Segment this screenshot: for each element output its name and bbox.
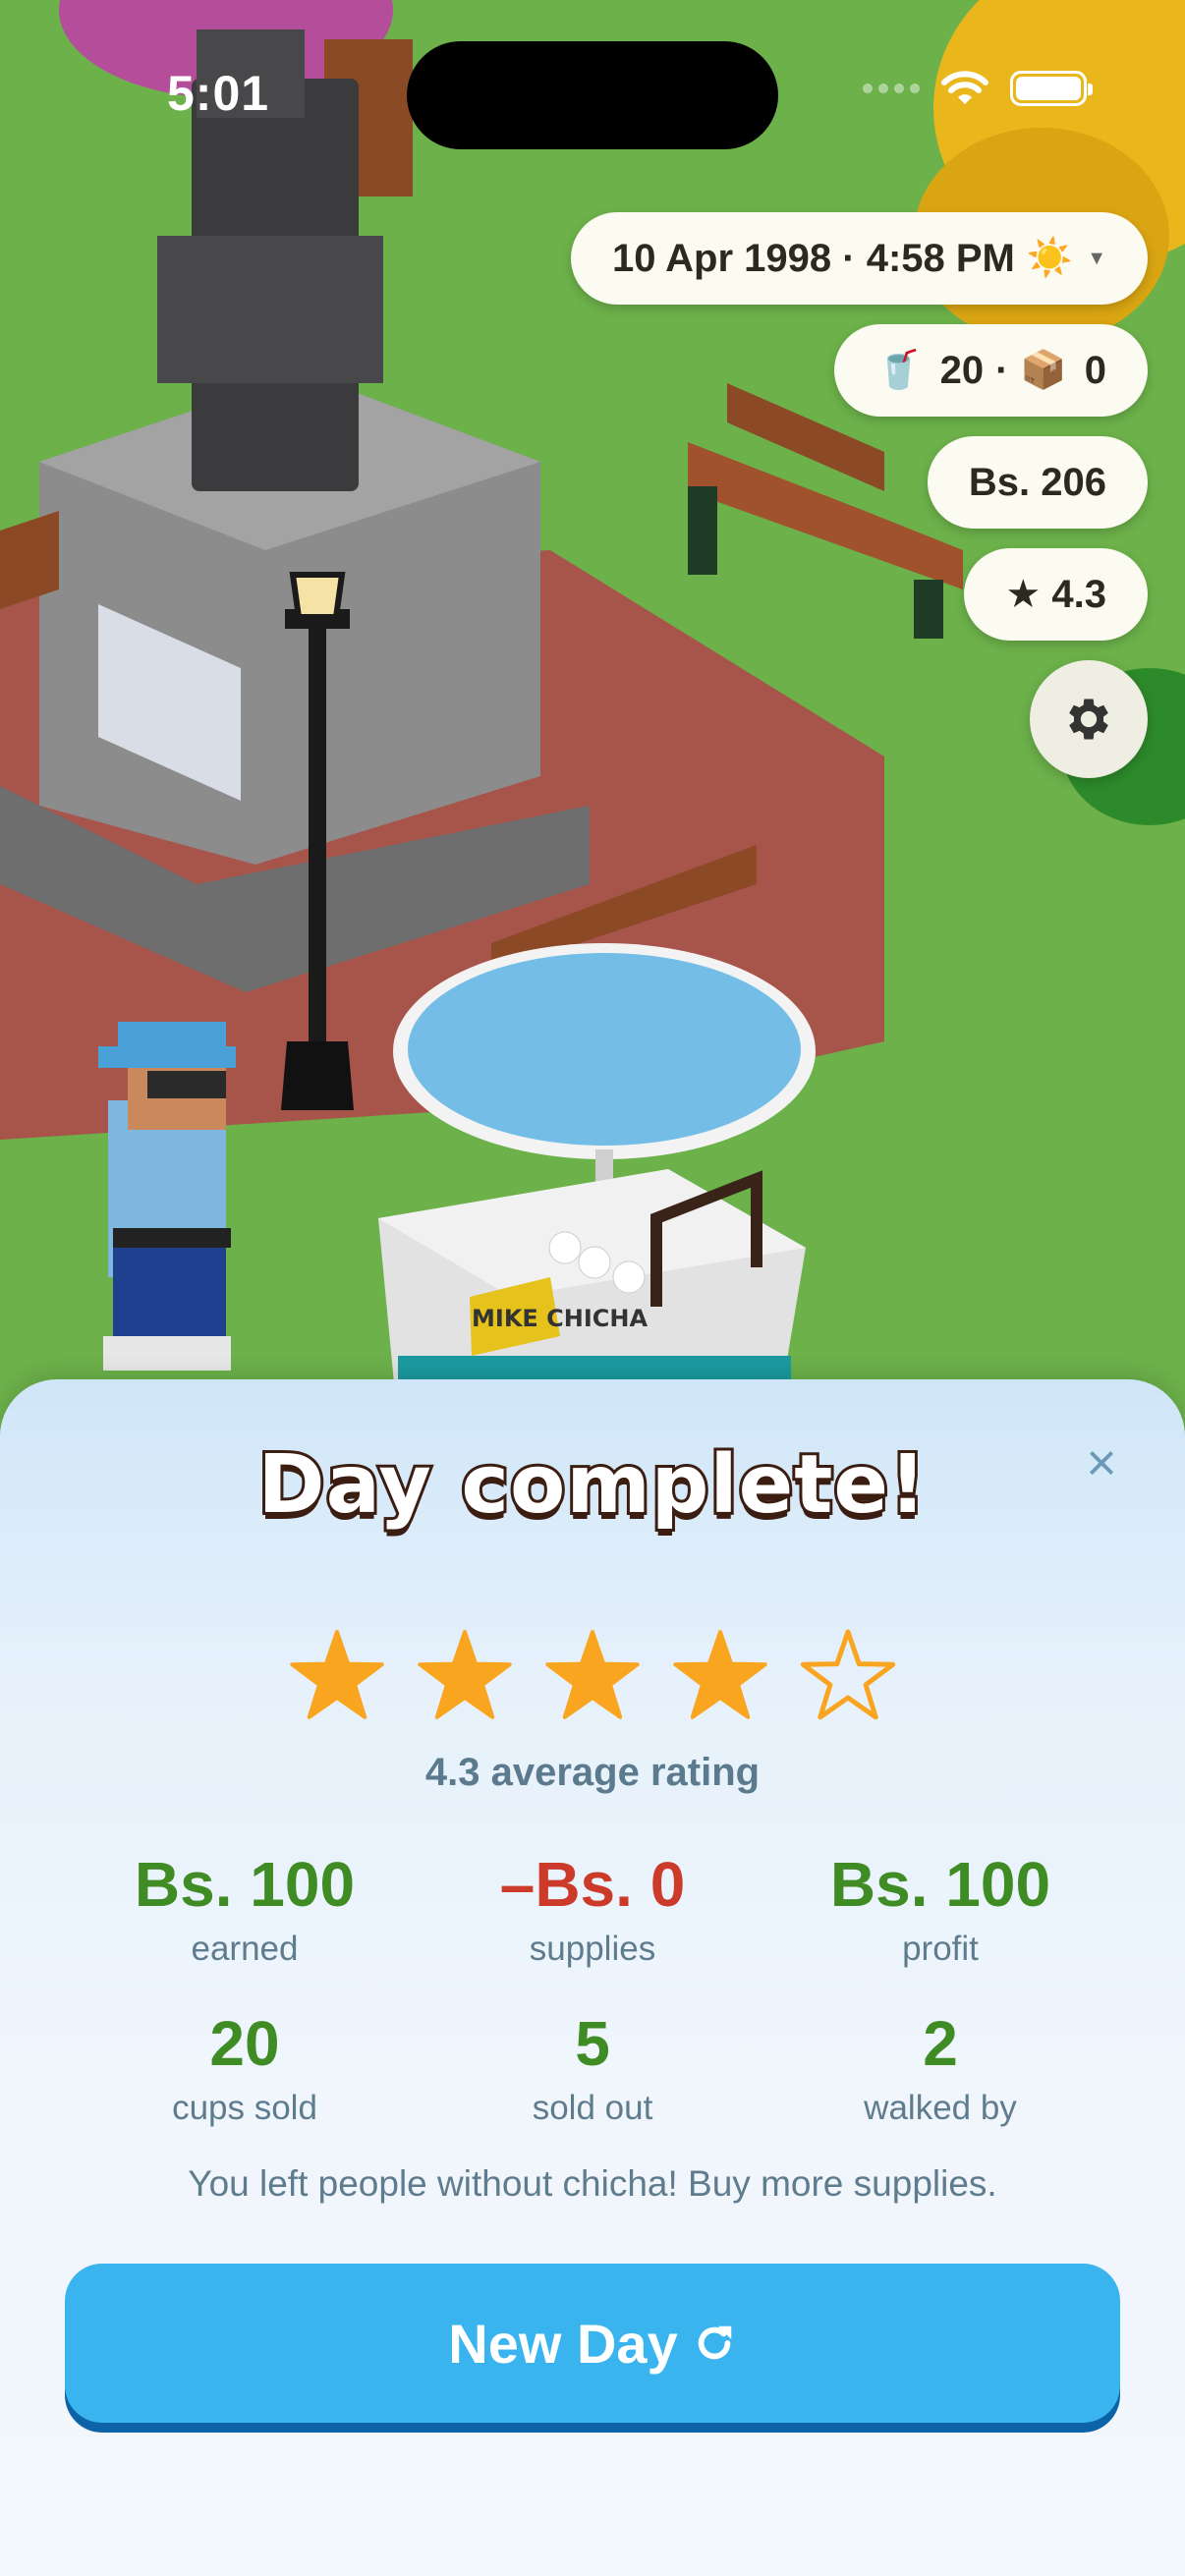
stat-label: supplies bbox=[529, 1930, 656, 1968]
star-filled-icon bbox=[290, 1630, 384, 1719]
money-text: Bs. 206 bbox=[968, 460, 1106, 504]
count-stats-row: 20 cups sold 5 sold out 2 walked by bbox=[0, 2012, 1185, 2128]
money-stats-row: Bs. 100 earned –Bs. 0 supplies Bs. 100 p… bbox=[0, 1853, 1185, 1969]
cellular-signal-icon bbox=[863, 84, 920, 93]
cup-icon: 🥤 bbox=[875, 350, 923, 391]
date-time-text: 10 Apr 1998 · 4:58 PM bbox=[612, 236, 1015, 280]
money-pill[interactable]: Bs. 206 bbox=[927, 436, 1148, 529]
star-rating bbox=[0, 1623, 1185, 1731]
sun-icon: ☀️ bbox=[1026, 238, 1074, 279]
new-day-button[interactable]: New Day bbox=[65, 2264, 1120, 2423]
stand-sign-text: MIKE CHICHA bbox=[472, 1305, 648, 1332]
status-time: 5:01 bbox=[167, 66, 270, 121]
rating-text: ★ 4.3 bbox=[1005, 573, 1106, 616]
stat-value: 20 bbox=[209, 2008, 280, 2079]
wifi-icon bbox=[941, 71, 988, 104]
refresh-icon bbox=[698, 2325, 731, 2360]
box-icon: 📦 bbox=[1020, 350, 1067, 391]
stat-label: cups sold bbox=[172, 2089, 317, 2127]
stat-earned: Bs. 100 earned bbox=[71, 1853, 419, 1969]
status-icons bbox=[863, 71, 1093, 106]
star-filled-icon bbox=[673, 1630, 767, 1719]
stat-label: sold out bbox=[532, 2089, 653, 2127]
stat-value: Bs. 100 bbox=[134, 1849, 356, 1920]
new-day-label: New Day bbox=[448, 2312, 678, 2375]
stat-value: Bs. 100 bbox=[829, 1849, 1051, 1920]
rating-pill[interactable]: ★ 4.3 bbox=[964, 548, 1148, 641]
star-filled-icon bbox=[545, 1630, 640, 1719]
summary-message: You left people without chicha! Buy more… bbox=[188, 2163, 997, 2204]
day-complete-sheet: × Day complete! 4.3 average rating Bs. 1… bbox=[0, 1379, 1185, 2576]
date-time-pill[interactable]: 10 Apr 1998 · 4:58 PM ☀️ ▼ bbox=[571, 212, 1148, 305]
chevron-down-icon: ▼ bbox=[1087, 247, 1106, 269]
cups-count: 20 bbox=[939, 348, 985, 392]
stat-value: 2 bbox=[923, 2008, 958, 2079]
stat-cups-sold: 20 cups sold bbox=[71, 2012, 419, 2128]
average-rating-text: 4.3 average rating bbox=[424, 1751, 761, 1794]
stat-value: 5 bbox=[575, 2008, 610, 2079]
stat-label: profit bbox=[902, 1930, 979, 1968]
settings-button[interactable] bbox=[1030, 660, 1148, 778]
stat-label: earned bbox=[191, 1930, 299, 1968]
inventory-pill[interactable]: 🥤 20 · 📦 0 bbox=[834, 324, 1148, 417]
stat-label: walked by bbox=[864, 2089, 1017, 2127]
lamp-post bbox=[309, 609, 326, 1071]
battery-icon bbox=[1010, 71, 1093, 106]
dynamic-island bbox=[407, 41, 778, 149]
star-filled-icon bbox=[418, 1630, 512, 1719]
sheet-title: Day complete! bbox=[255, 1435, 930, 1535]
boxes-count: 0 bbox=[1084, 348, 1106, 392]
gear-icon bbox=[1069, 699, 1108, 740]
stat-profit: Bs. 100 profit bbox=[766, 1853, 1114, 1969]
stat-sold-out: 5 sold out bbox=[419, 2012, 766, 2128]
stat-value: –Bs. 0 bbox=[499, 1849, 686, 1920]
stat-walked-by: 2 walked by bbox=[766, 2012, 1114, 2128]
star-empty-icon bbox=[800, 1629, 896, 1720]
stat-supplies: –Bs. 0 supplies bbox=[419, 1853, 766, 1969]
